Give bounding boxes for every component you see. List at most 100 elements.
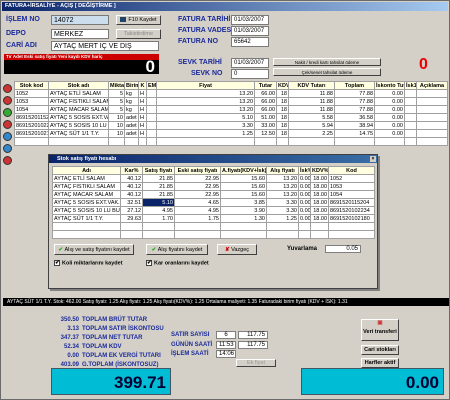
table-cell[interactable]: 22.95: [174, 174, 221, 183]
table-cell[interactable]: 5: [108, 89, 125, 98]
save-buy-button[interactable]: ✔ Alış fiyatını kaydet: [146, 244, 208, 255]
table-cell[interactable]: 21.85: [142, 182, 175, 191]
table-cell[interactable]: H: [138, 129, 147, 138]
table-cell[interactable]: [416, 121, 448, 130]
table-cell[interactable]: 5.58: [288, 113, 335, 122]
table-cell[interactable]: 10: [108, 113, 125, 122]
column-header[interactable]: Açıklama: [416, 81, 448, 90]
table-cell[interactable]: [298, 230, 311, 239]
table-cell[interactable]: 33.00: [254, 121, 277, 130]
table-cell[interactable]: [416, 137, 448, 146]
table-cell[interactable]: 29.63: [120, 214, 143, 223]
table-cell[interactable]: [416, 105, 448, 114]
table-row[interactable]: 8691520102234AYTAÇ 5 SOSIS 10 LU B10adet…: [14, 121, 448, 130]
table-cell[interactable]: [288, 137, 335, 146]
table-row[interactable]: 1053 AYTAÇ FISTIKLI SALAM 5 kg H 13.20 66.00 18…: [14, 97, 448, 106]
table-cell[interactable]: 3.30: [266, 206, 299, 215]
column-header[interactable]: İsk%: [298, 166, 311, 175]
table-cell[interactable]: 1052: [14, 89, 49, 98]
table-cell[interactable]: AYTAÇ MACAR SALAM: [52, 190, 121, 199]
table-row[interactable]: 8691520102180AYTAÇ SÜT 1/1 T.Y.10adetH 1.…: [14, 129, 448, 138]
table-cell[interactable]: [254, 137, 277, 146]
table-cell[interactable]: [404, 97, 417, 106]
column-header[interactable]: Stok adı: [48, 81, 109, 90]
cek-senet-button[interactable]: Çek/senet tahsilat ödeme: [273, 68, 381, 76]
table-cell[interactable]: adet: [124, 121, 139, 130]
column-header[interactable]: A.fiyatı(KDV+İsk): [220, 166, 267, 175]
table-cell[interactable]: 13.20: [156, 89, 255, 98]
column-header[interactable]: K: [138, 81, 147, 90]
table-cell[interactable]: 18: [276, 97, 289, 106]
cari-stoklar-button[interactable]: Cari stokları: [361, 345, 399, 355]
sevk-no-field[interactable]: 0: [231, 69, 269, 79]
table-cell[interactable]: 13.20: [156, 97, 255, 106]
column-header[interactable]: Eski satış fiyatı: [174, 166, 221, 175]
table-cell[interactable]: 32.51: [120, 198, 143, 207]
table-cell[interactable]: 4.95: [174, 206, 221, 215]
table-cell[interactable]: adet: [124, 113, 139, 122]
table-cell[interactable]: 66.00: [254, 105, 277, 114]
table-cell[interactable]: [52, 230, 121, 239]
save-buy-sell-button[interactable]: ✔ Alış ve satış fiyatını kaydet: [54, 244, 134, 255]
table-cell[interactable]: [404, 105, 417, 114]
column-header[interactable]: KDV Tutarı: [288, 81, 335, 90]
table-cell[interactable]: H: [138, 105, 147, 114]
table-cell[interactable]: 4.65: [174, 198, 221, 207]
table-cell[interactable]: 51.00: [254, 113, 277, 122]
table-cell[interactable]: 18.00: [310, 198, 329, 207]
table-cell[interactable]: 0.00: [374, 121, 405, 130]
table-cell[interactable]: 77.88: [334, 97, 375, 106]
table-cell[interactable]: 8691520102234: [328, 206, 375, 215]
empty-row[interactable]: [14, 137, 448, 146]
table-cell[interactable]: [120, 230, 143, 239]
table-cell[interactable]: 15.60: [220, 182, 267, 191]
dialog-close-icon[interactable]: ×: [370, 156, 376, 162]
table-cell[interactable]: 5: [108, 105, 125, 114]
table-cell[interactable]: [310, 230, 329, 239]
table-cell[interactable]: 1053: [328, 182, 375, 191]
table-cell[interactable]: 5.10: [156, 113, 255, 122]
table-cell[interactable]: [266, 230, 299, 239]
table-row[interactable]: AYTAÇ MACAR SALAM 40.12 21.85 22.95 15.60 13.…: [52, 190, 375, 199]
table-cell[interactable]: 13.20: [156, 105, 255, 114]
table-cell[interactable]: [146, 105, 157, 114]
table-cell[interactable]: [220, 230, 267, 239]
table-cell[interactable]: 3.90: [220, 206, 267, 215]
table-cell[interactable]: 1.30: [220, 214, 267, 223]
table-cell[interactable]: AYTAÇ MACAR SALAM: [48, 105, 109, 114]
add-row-icon[interactable]: [3, 108, 12, 117]
table-cell[interactable]: 1053: [14, 97, 49, 106]
table-row[interactable]: 1054 AYTAÇ MACAR SALAM 5 kg H 13.20 66.00 18 11.…: [14, 105, 448, 114]
table-cell[interactable]: 1.70: [142, 214, 175, 223]
table-cell[interactable]: 4.95: [142, 206, 175, 215]
table-row[interactable]: 8691520115204AYTAÇ 5 SOSIS EXT.VA10adetH…: [14, 113, 448, 122]
table-cell[interactable]: 0.00: [374, 105, 405, 114]
table-cell[interactable]: 11.88: [288, 105, 335, 114]
table-cell[interactable]: 0.00: [298, 206, 311, 215]
table-cell[interactable]: 18: [276, 113, 289, 122]
table-cell[interactable]: 10: [108, 129, 125, 138]
table-cell[interactable]: 40.12: [120, 190, 143, 199]
table-cell[interactable]: 77.88: [334, 105, 375, 114]
fatura-vadesi-field[interactable]: 01/03/2007: [231, 26, 269, 36]
invoice-lines-table[interactable]: Stok kodStok adıMiktarBirimKEMFiyatTutar…: [14, 81, 448, 146]
yuvarlama-field[interactable]: 0.05: [325, 245, 361, 253]
table-cell[interactable]: [142, 230, 175, 239]
table-cell[interactable]: 8691520102180: [328, 214, 375, 223]
column-header[interactable]: İskonto Tutarı: [374, 81, 405, 90]
table-row[interactable]: AYTAÇ FISTIKLI SALAM 40.12 21.85 22.95 15.60…: [52, 182, 375, 191]
table-row[interactable]: 1052 AYTAÇ ETLİ SALAM 5 kg H 13.20 66.00 18 11.8…: [14, 89, 448, 98]
table-cell[interactable]: [146, 97, 157, 106]
table-cell[interactable]: 66.00: [254, 89, 277, 98]
table-cell[interactable]: 0.00: [298, 190, 311, 199]
table-cell[interactable]: 3.85: [220, 198, 267, 207]
table-cell[interactable]: AYTAÇ SÜT 1/1 T.Y.: [52, 214, 121, 223]
table-cell[interactable]: 5.94: [288, 121, 335, 130]
nakit-tahsilat-button[interactable]: Nakit / kredi kartı tahsilat ödeme: [273, 58, 381, 66]
table-cell[interactable]: 18: [276, 121, 289, 130]
table-cell[interactable]: AYTAÇ 5 SOSIS 10 LU BUFE: [52, 206, 121, 215]
depo-field[interactable]: MERKEZ: [51, 29, 109, 39]
table-cell[interactable]: [266, 222, 299, 231]
table-cell[interactable]: kg: [124, 105, 139, 114]
table-cell[interactable]: 21.85: [142, 190, 175, 199]
